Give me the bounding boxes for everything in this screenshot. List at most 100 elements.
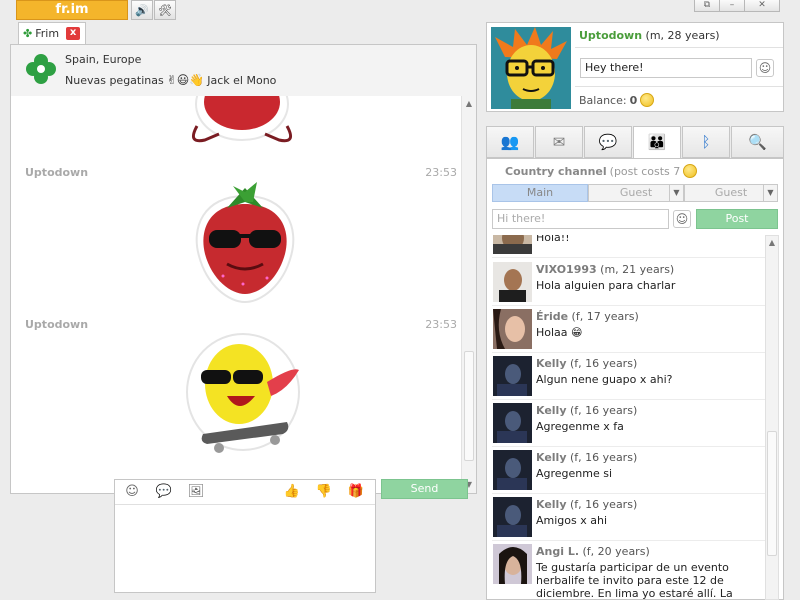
- channel-tab-guest[interactable]: Guest ▼: [588, 184, 684, 202]
- thumbs-up-icon[interactable]: 👍: [283, 484, 301, 500]
- channels-panel: 👥 ✉ 💬 👪 ᛒ 🔍 Country channel (post costs …: [486, 126, 784, 600]
- scroll-up-icon[interactable]: ▲: [463, 98, 475, 110]
- feed-scrollbar[interactable]: ▲: [765, 235, 779, 600]
- avatar[interactable]: [493, 403, 532, 443]
- avatar[interactable]: [493, 309, 532, 349]
- feed-author-details: (m, 21 years): [600, 263, 675, 276]
- composer-toolbar: ☺ 💬 🖼 👍 👎 🎁: [115, 480, 375, 505]
- list-item[interactable]: Éride (f, 17 years) Holaa 😁: [492, 306, 767, 353]
- tab-chats[interactable]: 💬: [584, 126, 632, 158]
- contact-clover-avatar[interactable]: [25, 53, 57, 85]
- avatar[interactable]: [493, 544, 532, 584]
- minimize-icon[interactable]: –: [719, 0, 745, 12]
- channel-feed[interactable]: Hola!! VIXO1993 (m, 21 years) Hola algui…: [492, 235, 767, 600]
- list-item[interactable]: Kelly (f, 16 years) Amigos x ahi: [492, 494, 767, 541]
- avatar[interactable]: [493, 497, 532, 537]
- feed-message: Hola!!: [536, 235, 570, 244]
- profile-avatar[interactable]: [491, 27, 571, 109]
- feed-message: Hola alguien para charlar: [536, 279, 676, 292]
- message-composer[interactable]: ☺ 💬 🖼 👍 👎 🎁: [114, 479, 376, 593]
- clover-icon: ✤: [23, 27, 33, 40]
- channel-tab-label: Guest: [619, 186, 653, 199]
- list-item[interactable]: VIXO1993 (m, 21 years) Hola alguien para…: [492, 259, 767, 306]
- tab-close-button[interactable]: x: [66, 27, 81, 40]
- close-icon[interactable]: ✕: [744, 0, 780, 12]
- feed-message: Holaa 😁: [536, 326, 766, 339]
- chat-scrollbar[interactable]: ▲ ▼: [461, 96, 476, 493]
- image-icon[interactable]: 🖼: [187, 484, 205, 500]
- feed-author-details: (f, 16 years): [570, 451, 638, 464]
- list-item[interactable]: Kelly (f, 16 years) Algun nene guapo x a…: [492, 353, 767, 400]
- sticker-lemon-skateboard[interactable]: [183, 330, 305, 462]
- grin-emoji-icon: 😁: [571, 326, 583, 339]
- status-suffix: Jack el Mono: [207, 73, 277, 87]
- sidebar-pane: Uptodown (m, 28 years) Hey there! ☺ Bala…: [486, 22, 784, 600]
- tab-search[interactable]: 🔍: [731, 126, 784, 158]
- message-sender: Uptodown: [25, 166, 89, 179]
- chevron-down-icon[interactable]: ▼: [669, 185, 683, 201]
- frim-logo[interactable]: fr.im: [16, 0, 128, 20]
- tab-channels[interactable]: 👪: [633, 126, 681, 159]
- feed-author: Kelly (f, 16 years): [536, 357, 637, 370]
- send-button[interactable]: Send: [381, 479, 468, 499]
- settings-tools-icon[interactable]: 🛠: [154, 0, 176, 20]
- channel-tab-label: Guest: [714, 186, 748, 199]
- feed-scroll-thumb[interactable]: [767, 431, 777, 556]
- feed-author-details: (f, 17 years): [571, 310, 639, 323]
- feed-author-name: Kelly: [536, 498, 567, 511]
- chat-scroll-thumb[interactable]: [464, 351, 474, 461]
- balance-value: 0: [629, 93, 638, 107]
- feed-author-name: Kelly: [536, 357, 567, 370]
- list-item[interactable]: Angi L. (f, 20 years) Te gustaría partic…: [492, 541, 767, 600]
- speech-bubble-icon[interactable]: 💬: [155, 484, 173, 500]
- tab-contacts[interactable]: 👥: [486, 126, 534, 158]
- status-message-field[interactable]: Hey there!: [580, 58, 752, 78]
- feed-author-name: Éride: [536, 310, 569, 323]
- avatar[interactable]: [493, 235, 532, 254]
- chat-bubbles-icon: 💬: [598, 133, 618, 151]
- sticker-strawberry-sunglasses[interactable]: [187, 178, 303, 308]
- contacts-icon: 👥: [500, 133, 520, 151]
- message-time: 23:53: [425, 318, 457, 331]
- smiley-icon[interactable]: ☺: [756, 59, 774, 77]
- tab-frim[interactable]: ✤ Frim x: [18, 22, 86, 44]
- list-item[interactable]: Hola!!: [492, 235, 767, 258]
- volume-icon[interactable]: 🔊: [131, 0, 153, 20]
- avatar[interactable]: [493, 450, 532, 490]
- channel-message-input[interactable]: Hi there!: [492, 209, 669, 229]
- channel-tab-main[interactable]: Main: [492, 184, 588, 202]
- coin-icon: [683, 164, 698, 178]
- channel-tab-guest[interactable]: Guest ▼: [684, 184, 778, 202]
- feed-message: Algun nene guapo x ahi?: [536, 373, 673, 386]
- smiley-icon[interactable]: ☺: [123, 484, 141, 500]
- tab-messages[interactable]: ✉: [535, 126, 583, 158]
- list-item[interactable]: Kelly (f, 16 years) Agregenme x fa: [492, 400, 767, 447]
- thumbs-down-icon[interactable]: 👎: [315, 484, 333, 500]
- feed-message-text: Holaa: [536, 326, 568, 339]
- gift-icon[interactable]: 🎁: [347, 484, 365, 500]
- feed-author-name: Kelly: [536, 404, 567, 417]
- profile-card: Uptodown (m, 28 years) Hey there! ☺ Bala…: [486, 22, 784, 112]
- restore-icon[interactable]: ⧉: [694, 0, 720, 12]
- chevron-down-icon[interactable]: ▼: [763, 185, 777, 201]
- feed-message: Te gustaría participar de un evento herb…: [536, 561, 733, 600]
- tab-nearby[interactable]: ᛒ: [682, 126, 730, 158]
- profile-username[interactable]: Uptodown: [579, 29, 642, 42]
- smiley-icon[interactable]: ☺: [673, 210, 691, 228]
- list-item[interactable]: Kelly (f, 16 years) Agregenme si: [492, 447, 767, 494]
- balance-label: Balance:: [579, 93, 627, 107]
- feed-author: Kelly (f, 16 years): [536, 498, 637, 511]
- feed-message: Amigos x ahi: [536, 514, 608, 527]
- profile-details: (m, 28 years): [645, 29, 720, 42]
- feed-author-details: (f, 16 years): [570, 357, 638, 370]
- mail-icon: ✉: [552, 133, 566, 151]
- feed-author: Kelly (f, 16 years): [536, 404, 637, 417]
- tab-label: Frim: [35, 27, 60, 40]
- channel-cost: (post costs 7: [609, 164, 681, 178]
- avatar[interactable]: [493, 356, 532, 396]
- feed-author-details: (f, 20 years): [582, 545, 650, 558]
- chat-history[interactable]: Uptodown 23:53 Uptodown 23:53 ▲ ▼: [10, 96, 477, 494]
- scroll-up-icon[interactable]: ▲: [766, 237, 778, 249]
- avatar[interactable]: [493, 262, 532, 302]
- post-button[interactable]: Post: [696, 209, 778, 229]
